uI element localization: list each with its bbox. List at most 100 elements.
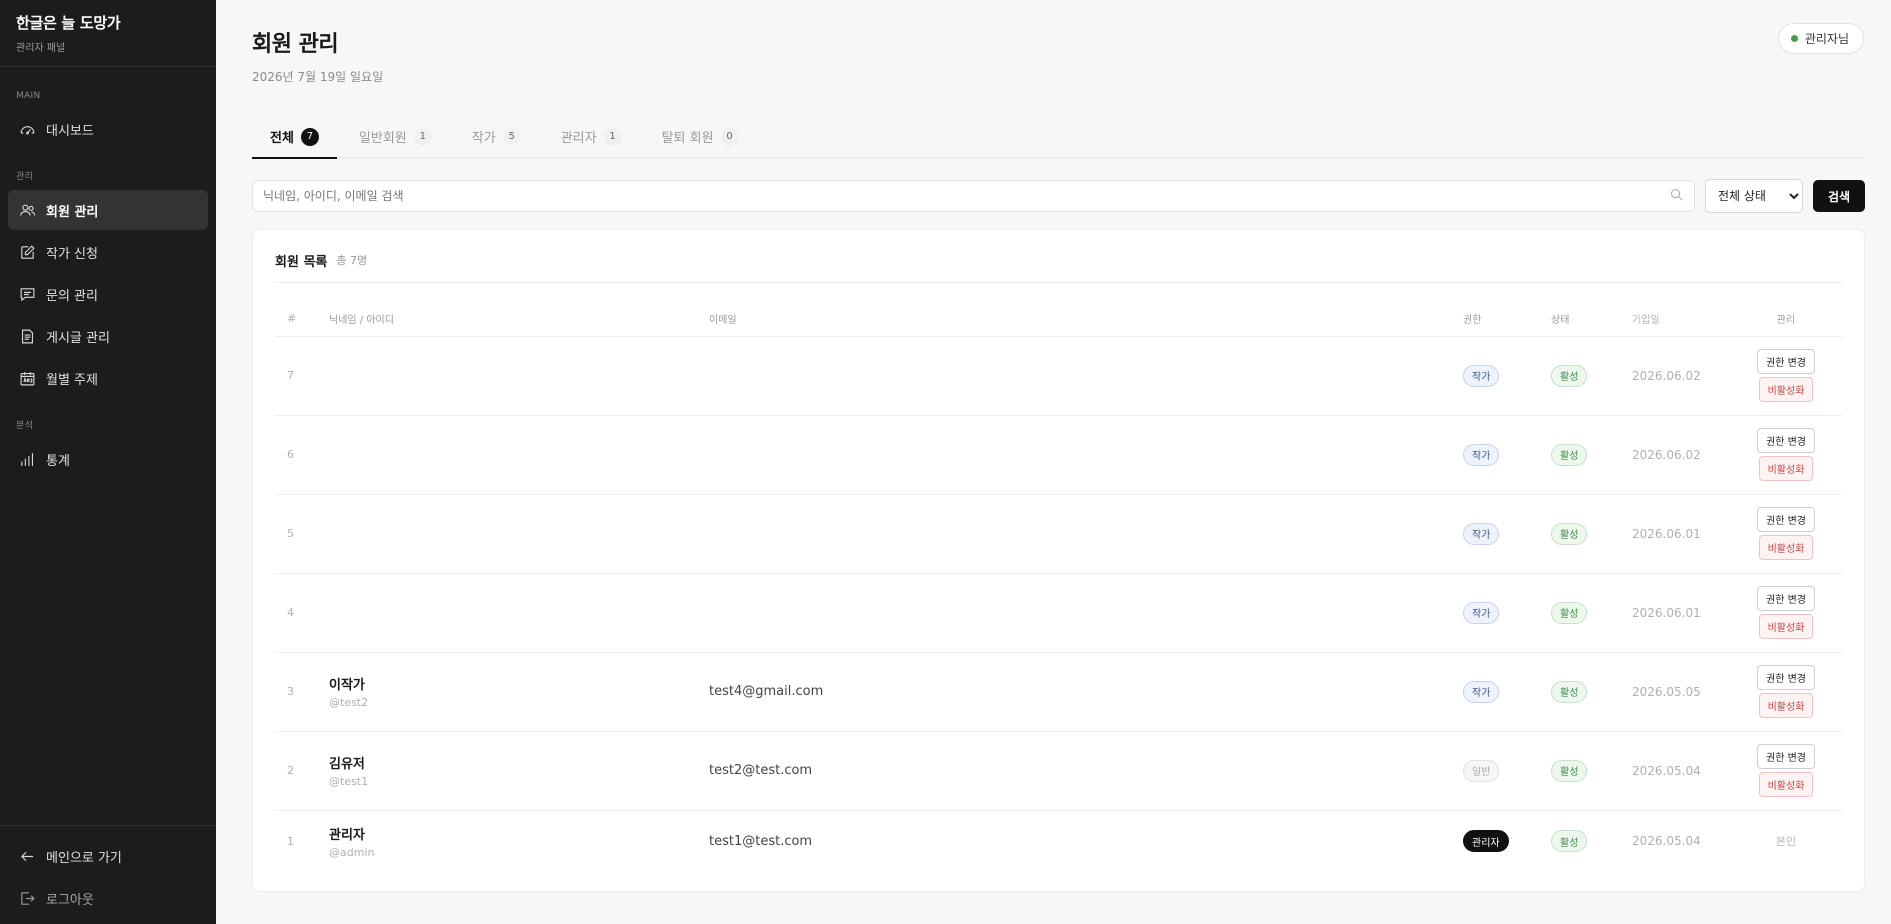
member-status-cell: 활성: [1539, 731, 1620, 811]
deactivate-button[interactable]: 비활성화: [1758, 772, 1814, 797]
sidebar-item-monthly-topic[interactable]: 월별 주제: [8, 358, 208, 398]
table-row: 3 이작가 @test2 test4@gmail.com 작가 활성 2026.05.05 권…: [275, 652, 1842, 732]
member-joined-date: 2026.06.01: [1620, 573, 1730, 653]
calendar-icon: [18, 369, 36, 387]
deactivate-button[interactable]: 비활성화: [1758, 693, 1814, 718]
nav-section-main: MAIN: [16, 91, 41, 101]
sidebar-item-label: 회원 관리: [46, 204, 99, 220]
online-status-dot: [1790, 35, 1798, 42]
status-badge: 활성: [1551, 759, 1588, 782]
member-manage-cell: 권한 변경비활성화: [1730, 415, 1842, 495]
member-joined-date: 2026.05.04: [1632, 834, 1701, 849]
member-status-cell: 활성: [1539, 652, 1620, 732]
member-nickname: 김유저: [329, 757, 365, 772]
row-index: 1: [287, 834, 294, 848]
member-name-cell: 김유저 @test1: [317, 731, 697, 811]
member-role-cell: 작가: [1451, 652, 1539, 732]
search-row: 전체 상태 검색: [252, 179, 1865, 213]
status-badge: 활성: [1551, 443, 1588, 466]
main-content: 회원 관리 2026년 7월 19일 일요일 관리자님 전체 7 일반회원 1 …: [216, 0, 1891, 924]
sidebar-item-label: 문의 관리: [46, 288, 98, 304]
member-list-card: 회원 목록 총 7명 # 닉네임 / 아이디 이메일 권한 상태 가입일 관리 …: [252, 229, 1865, 892]
user-badge[interactable]: 관리자님: [1777, 23, 1864, 54]
member-total: 총 7명: [336, 254, 368, 267]
member-email-cell: test1@test.com: [697, 810, 1451, 872]
member-nickname: 관리자: [329, 827, 365, 843]
member-id: @test1: [329, 775, 369, 788]
tab-label: 탈퇴 회원: [661, 131, 714, 146]
role-badge: 작가: [1463, 364, 1500, 387]
status-badge: 활성: [1551, 680, 1588, 703]
member-email-cell: test4@gmail.com: [697, 652, 1451, 732]
change-role-button[interactable]: 권한 변경: [1757, 665, 1815, 690]
change-role-button[interactable]: 권한 변경: [1757, 349, 1815, 374]
sidebar-item-stats[interactable]: 통계: [8, 439, 208, 479]
row-actions: 권한 변경비활성화: [1757, 586, 1815, 639]
back-to-main-link[interactable]: 메인으로 가기: [8, 836, 208, 876]
deactivate-button[interactable]: 비활성화: [1758, 377, 1814, 402]
tab-count: 1: [603, 127, 622, 146]
member-email-cell: test2@test.com: [697, 731, 1451, 811]
sidebar-item-label: 대시보드: [46, 123, 94, 139]
col-header-email: 이메일: [697, 301, 1451, 337]
member-email: test2@test.com: [709, 763, 813, 778]
search-icon[interactable]: [1669, 187, 1684, 206]
status-badge: 활성: [1551, 601, 1588, 624]
tab-label: 전체: [270, 131, 294, 146]
member-nickname: 이작가: [329, 678, 365, 693]
member-name-cell: [317, 494, 697, 574]
search-box: [252, 180, 1695, 212]
member-name-cell: [317, 415, 697, 495]
deactivate-button[interactable]: 비활성화: [1758, 456, 1814, 481]
member-status-cell: 활성: [1539, 494, 1620, 574]
page-date: 2026년 7월 19일 일요일: [252, 70, 384, 84]
change-role-button[interactable]: 권한 변경: [1757, 428, 1815, 453]
table-row: 7 작가 활성 2026.06.02 권한 변경 비활성화: [275, 336, 1842, 416]
table-row: 5 작가 활성 2026.06.01 권한 변경 비활성화: [275, 494, 1842, 574]
role-badge: 작가: [1463, 601, 1500, 624]
status-filter-select[interactable]: 전체 상태: [1705, 179, 1803, 213]
row-index: 3: [275, 652, 317, 732]
sidebar-item-label: 통계: [46, 453, 70, 469]
col-header-status: 상태: [1539, 301, 1620, 337]
tab-withdrawn[interactable]: 탈퇴 회원 0: [644, 115, 757, 158]
member-joined-date: 2026.05.05: [1620, 652, 1730, 732]
sidebar-item-label: 작가 신청: [46, 246, 98, 262]
tab-count: 0: [720, 127, 739, 146]
change-role-button[interactable]: 권한 변경: [1757, 507, 1815, 532]
tab-admin[interactable]: 관리자 1: [543, 115, 640, 158]
change-role-button[interactable]: 권한 변경: [1757, 586, 1815, 611]
tab-label: 일반회원: [358, 131, 407, 146]
sidebar-item-dashboard[interactable]: 대시보드: [8, 109, 208, 149]
dashboard-icon: [18, 120, 36, 138]
row-index: 7: [275, 336, 317, 416]
back-to-main-label: 메인으로 가기: [46, 850, 122, 866]
sidebar-item-posts[interactable]: 게시글 관리: [8, 316, 208, 356]
change-role-button[interactable]: 권한 변경: [1757, 744, 1815, 769]
member-rows: 7 작가 활성 2026.06.02 권한 변경 비활성화 6 작가 활성 2026.06.02 권…: [275, 336, 1842, 872]
member-manage-cell: 권한 변경비활성화: [1730, 336, 1842, 416]
search-input[interactable]: [263, 189, 1669, 203]
logout-link[interactable]: 로그아웃: [8, 878, 208, 918]
card-header: 회원 목록 총 7명: [275, 230, 1842, 283]
self-label: 본인: [1775, 835, 1797, 849]
row-actions: 권한 변경비활성화: [1757, 428, 1815, 481]
role-badge: 관리자: [1463, 830, 1509, 853]
deactivate-button[interactable]: 비활성화: [1758, 614, 1814, 639]
brand-title: 한글은 늘 도망가: [16, 14, 121, 32]
row-actions: 권한 변경비활성화: [1757, 665, 1815, 718]
deactivate-button[interactable]: 비활성화: [1758, 535, 1814, 560]
search-button[interactable]: 검색: [1813, 180, 1865, 212]
sidebar-item-writer-apply[interactable]: 작가 신청: [8, 232, 208, 272]
member-status-cell: 활성: [1539, 336, 1620, 416]
chat-icon: [18, 285, 36, 303]
col-header-role: 권한: [1451, 301, 1539, 337]
member-email-cell: [697, 415, 1451, 495]
tab-general[interactable]: 일반회원 1: [341, 115, 450, 158]
tab-writer[interactable]: 작가 5: [454, 115, 539, 158]
sidebar-item-members[interactable]: 회원 관리: [8, 190, 208, 230]
member-joined-date: 2026.06.02: [1620, 415, 1730, 495]
member-role-cell: 작가: [1451, 494, 1539, 574]
sidebar-item-inquiries[interactable]: 문의 관리: [8, 274, 208, 314]
tab-all[interactable]: 전체 7: [252, 115, 337, 159]
